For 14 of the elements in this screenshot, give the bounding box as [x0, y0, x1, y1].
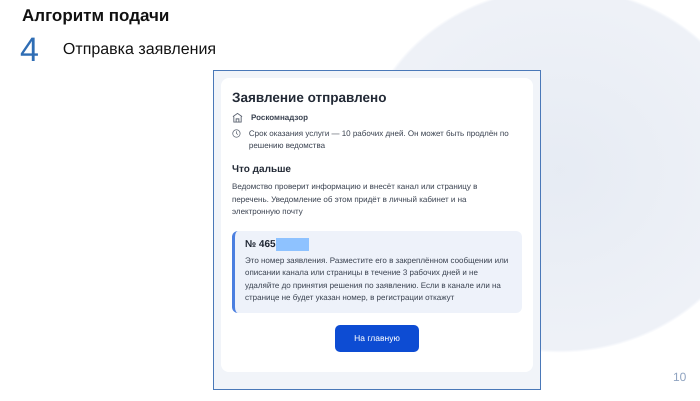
next-steps-text: Ведомство проверит информацию и внесёт канал или страницу в перечень. Уведомление об этом придёт в личный кабинет и на электронную почту: [232, 181, 478, 218]
home-button[interactable]: На главную: [335, 324, 419, 352]
clock-icon: [232, 128, 241, 139]
step-number: 4: [20, 34, 39, 66]
slide-title: Алгоритм подачи: [22, 6, 170, 26]
application-number: № 465: [245, 238, 276, 250]
deadline-text: Срок оказания услуги — 10 рабочих дней. Он может быть продлён по решению ведомства: [248, 128, 510, 152]
building-icon: [232, 112, 243, 123]
section-heading: Что дальше: [232, 164, 292, 175]
card-title: Заявление отправлено: [232, 90, 388, 105]
step-title: Отправка заявления: [62, 41, 216, 59]
agency-name: Роскомнадзор: [251, 112, 308, 124]
notice-text: Это номер заявления. Разместите его в закреплённом сообщении или описании канала или страницы в течение 3 рабочих дней и не удаляйте до принятия решения по заявлению. Если в канале или на странице не будет указан номер, в регистрации откажут: [245, 254, 510, 304]
page-number: 10: [673, 370, 686, 384]
